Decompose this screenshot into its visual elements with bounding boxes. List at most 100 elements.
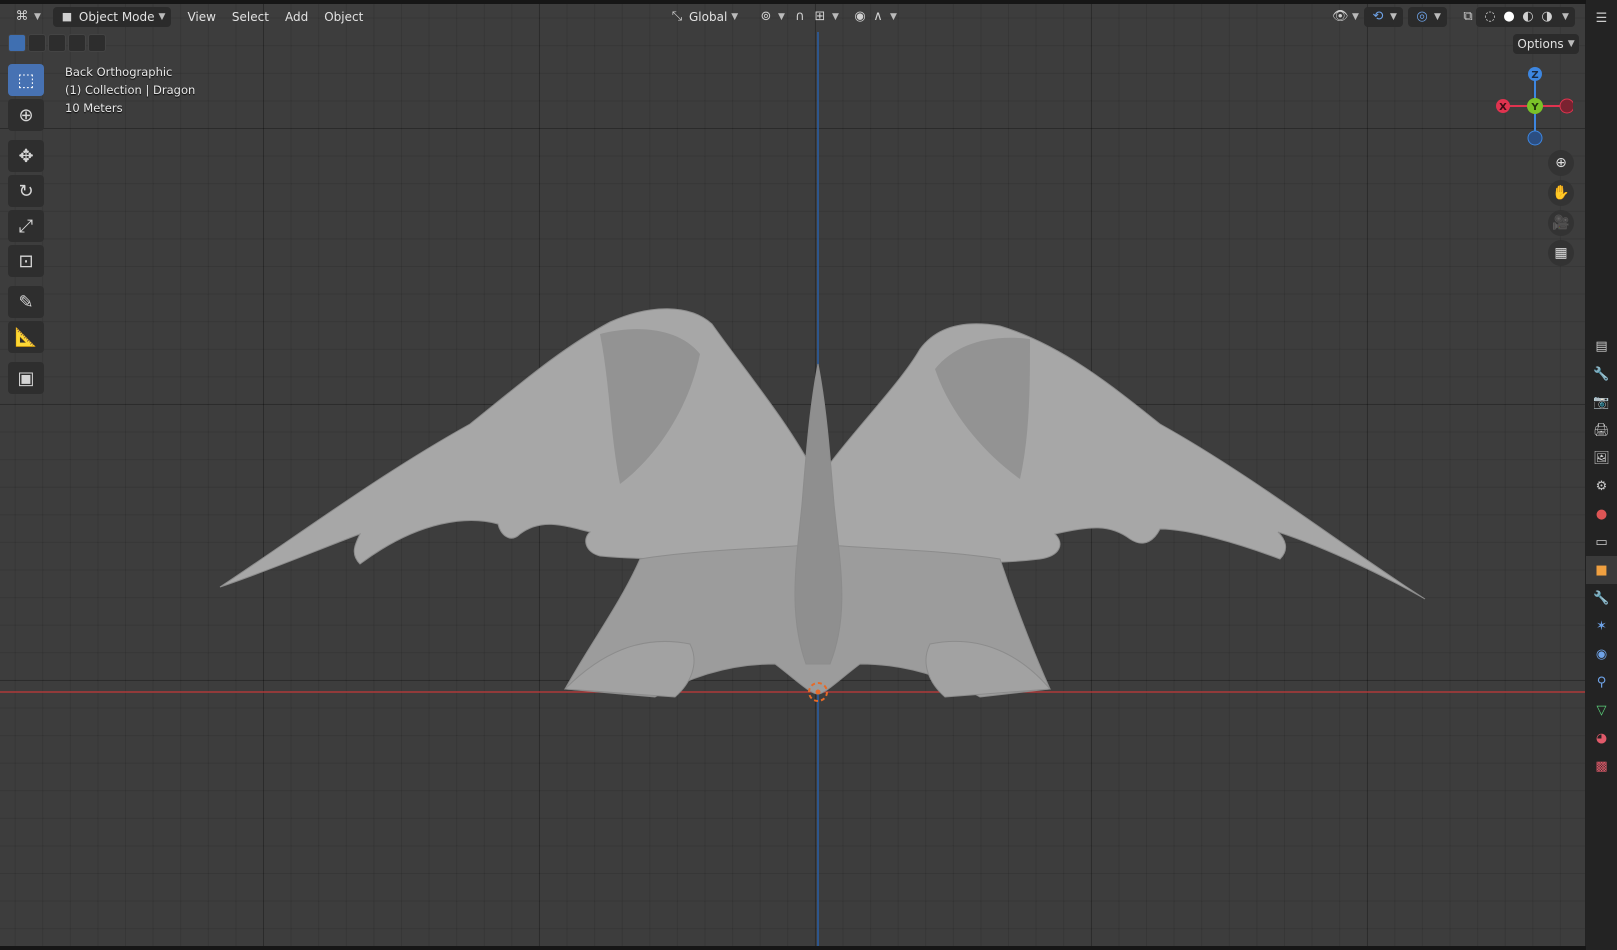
collection-object-label: (1) Collection | Dragon — [65, 83, 196, 97]
visibility-dropdown[interactable]: 👁 ▼ — [1326, 7, 1365, 27]
rendered-shading-icon[interactable]: ◑ — [1539, 9, 1555, 25]
tab-render[interactable]: 📷 — [1586, 388, 1617, 416]
cursor-tool[interactable]: ⊕ — [8, 99, 44, 131]
chevron-down-icon: ▼ — [1567, 39, 1575, 49]
axis-z-handle[interactable]: Z — [1528, 67, 1542, 81]
editor-type-button[interactable]: ⌘ ▼ — [8, 7, 47, 27]
select-new-icon[interactable] — [8, 34, 26, 52]
add-cube-tool[interactable]: ▣ — [8, 362, 44, 394]
viewport-header: ⌘ ▼ ■ Object Mode ▼ View Select Add Objec… — [0, 4, 1585, 30]
world-icon: ● — [1595, 506, 1608, 522]
axis-y-handle[interactable]: Y — [1527, 98, 1543, 114]
properties-editor-icon[interactable]: ▤ — [1586, 332, 1617, 360]
move-tool[interactable]: ✥ — [8, 140, 44, 172]
tab-world[interactable]: ● — [1586, 500, 1617, 528]
eye-icon: 👁 — [1332, 9, 1349, 24]
chevron-down-icon: ▼ — [34, 12, 41, 22]
tab-tool[interactable]: 🔧 — [1586, 360, 1617, 388]
camera-icon: 🎥 — [1552, 215, 1570, 231]
3d-viewport-icon: ⌘ — [15, 9, 29, 24]
physics-icon: ◉ — [1595, 646, 1608, 662]
tool-icon: 🔧 — [1593, 366, 1610, 382]
tab-material[interactable]: ◕ — [1586, 724, 1617, 752]
tab-physics[interactable]: ◉ — [1586, 640, 1617, 668]
menu-object[interactable]: Object — [316, 7, 371, 27]
annotate-tool[interactable]: ✎ — [8, 286, 44, 318]
measure-icon: 📐 — [14, 326, 38, 348]
menu-view[interactable]: View — [179, 7, 223, 27]
tab-view-layer[interactable]: 🖼 — [1586, 444, 1617, 472]
snap-target-dropdown[interactable]: ⊞ ▼ — [806, 7, 845, 27]
select-box-icon: ⬚ — [17, 69, 35, 91]
scene-icon: ⚙ — [1595, 478, 1608, 494]
transform-tool[interactable]: ⊡ — [8, 245, 44, 277]
tab-modifier[interactable]: 🔧 — [1586, 584, 1617, 612]
tab-scene[interactable]: ⚙ — [1586, 472, 1617, 500]
wireframe-shading-icon[interactable]: ◌ — [1482, 9, 1498, 25]
gizmo-icon: ⟲ — [1372, 9, 1384, 24]
tab-texture[interactable]: ▩ — [1586, 752, 1617, 780]
pan-hand-icon: ✋ — [1552, 185, 1570, 201]
grid-icon: ▦ — [1554, 245, 1568, 261]
overlays-icon: ◎ — [1416, 9, 1428, 24]
falloff-curve-icon: ∧ — [873, 9, 883, 24]
rotate-tool[interactable]: ↻ — [8, 175, 44, 207]
camera-view-button[interactable]: 🎥 — [1548, 210, 1574, 236]
viewport-info-overlay: Back Orthographic (1) Collection | Drago… — [65, 63, 195, 117]
select-invert-icon[interactable] — [68, 34, 86, 52]
zoom-icon: ⊕ — [1555, 155, 1567, 171]
view-name: Back Orthographic — [65, 65, 173, 79]
select-subtract-icon[interactable] — [48, 34, 66, 52]
svg-text:X: X — [1499, 102, 1507, 113]
tab-data[interactable]: ▽ — [1586, 696, 1617, 724]
pivot-icon: ⊚ — [760, 9, 772, 24]
mode-dropdown[interactable]: ■ Object Mode ▼ — [52, 7, 172, 27]
select-intersect-icon[interactable] — [88, 34, 106, 52]
axis-neg-x-handle[interactable] — [1559, 98, 1573, 114]
cursor-icon: ⊕ — [18, 104, 34, 126]
viewport-canvas — [0, 32, 1585, 946]
falloff-dropdown[interactable]: ∧ ▼ — [864, 7, 903, 27]
view-layer-icon: 🖼 — [1593, 450, 1610, 466]
select-box-tool[interactable]: ⬚ — [8, 64, 44, 96]
pan-button[interactable]: ✋ — [1548, 180, 1574, 206]
annotate-icon: ✎ — [18, 291, 34, 313]
tab-object[interactable]: ■ — [1586, 556, 1617, 584]
scale-icon: ⤢ — [18, 215, 34, 237]
scale-tool[interactable]: ⤢ — [8, 210, 44, 242]
svg-text:Y: Y — [1530, 102, 1539, 113]
axis-neg-z-handle[interactable] — [1527, 130, 1543, 146]
dragon-model[interactable] — [219, 308, 1426, 698]
options-dropdown[interactable]: Options ▼ — [1513, 34, 1579, 54]
rotate-icon: ↻ — [18, 180, 34, 202]
outliner-icon: ☰ — [1595, 10, 1608, 26]
overlays-toggle[interactable]: ◎ ▼ — [1408, 7, 1447, 27]
navigation-gizmo[interactable]: Z X Y — [1493, 64, 1573, 149]
menu-add[interactable]: Add — [277, 7, 316, 27]
axis-x-handle[interactable]: X — [1496, 99, 1510, 113]
tab-collection[interactable]: ▭ — [1586, 528, 1617, 556]
chevron-down-icon: ▼ — [778, 12, 785, 22]
transform-orientation-dropdown[interactable]: ⤡ Global ▼ — [663, 7, 744, 27]
render-icon: 📷 — [1593, 394, 1610, 410]
tab-constraints[interactable]: ⚲ — [1586, 668, 1617, 696]
transform-orientation-label: Global — [689, 10, 728, 24]
measure-tool[interactable]: 📐 — [8, 321, 44, 353]
orientation-icon: ⤡ — [671, 9, 683, 24]
material-shading-icon[interactable]: ◐ — [1520, 9, 1536, 25]
chevron-down-icon: ▼ — [1390, 12, 1397, 22]
gizmo-toggle[interactable]: ⟲ ▼ — [1364, 7, 1403, 27]
menu-select[interactable]: Select — [224, 7, 277, 27]
tool-shelf: ⬚ ⊕ ✥ ↻ ⤢ ⊡ ✎ 📐 ▣ — [8, 64, 48, 397]
modifier-icon: 🔧 — [1593, 590, 1610, 606]
select-extend-icon[interactable] — [28, 34, 46, 52]
zoom-button[interactable]: ⊕ — [1548, 150, 1574, 176]
grid-scale-label: 10 Meters — [65, 101, 123, 115]
shading-modes[interactable]: ◌ ● ◐ ◑ ▼ — [1476, 7, 1575, 27]
tab-particles[interactable]: ✶ — [1586, 612, 1617, 640]
solid-shading-icon[interactable]: ● — [1501, 9, 1517, 25]
tab-output[interactable]: 🖨 — [1586, 416, 1617, 444]
3d-viewport[interactable] — [0, 4, 1586, 946]
ortho-toggle-button[interactable]: ▦ — [1548, 240, 1574, 266]
outliner-toggle[interactable]: ☰ — [1586, 4, 1617, 32]
